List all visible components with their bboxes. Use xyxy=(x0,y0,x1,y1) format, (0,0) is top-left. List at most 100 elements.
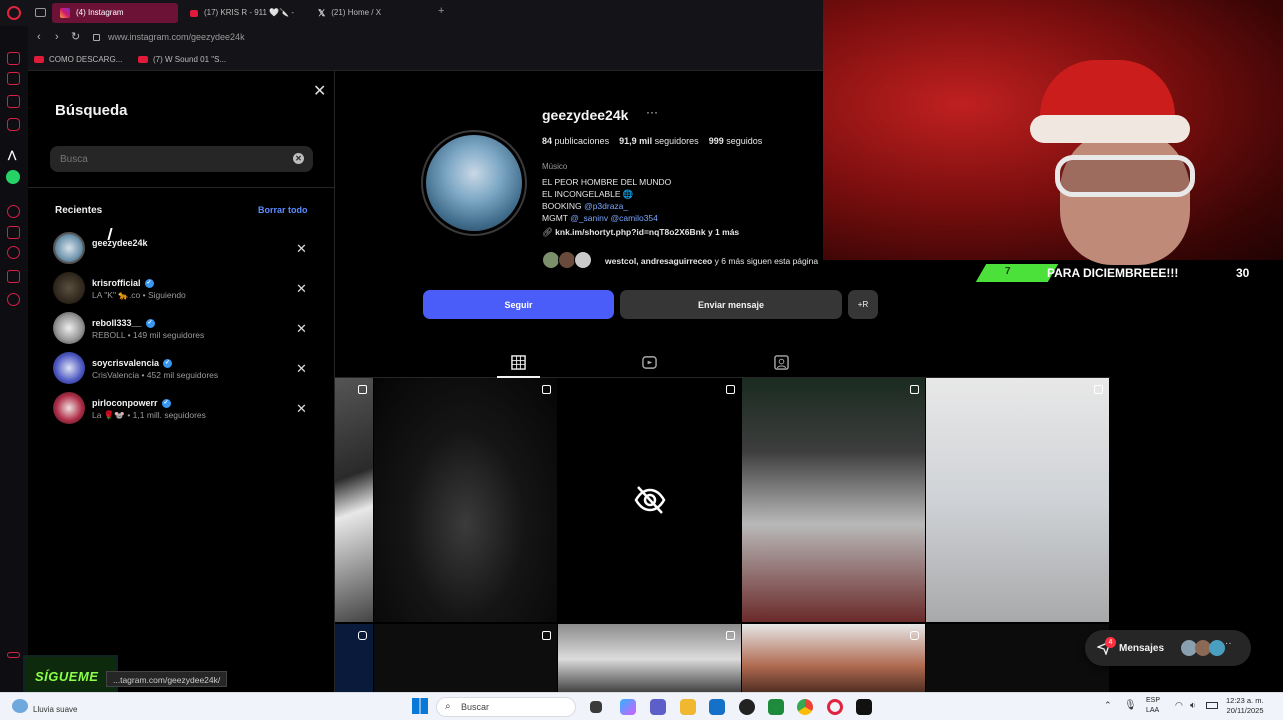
clear-all-button[interactable]: Borrar todo xyxy=(258,205,308,215)
speed-dial-icon[interactable] xyxy=(7,52,20,65)
posts-grid-icon[interactable] xyxy=(511,355,526,370)
tab-x[interactable]: 𝕏 (21) Home / X xyxy=(310,3,430,23)
close-icon[interactable]: ✕ xyxy=(313,81,326,101)
post-tile[interactable] xyxy=(742,378,925,622)
address-bar-row: ‹ › ↻ www.instagram.com/geezydee24k xyxy=(0,26,823,51)
followers-label[interactable]: seguidores xyxy=(655,136,699,146)
forward-icon[interactable]: › xyxy=(55,31,59,43)
copilot-icon[interactable] xyxy=(620,699,636,715)
tab-youtube[interactable]: (17) KRIS R - 911 🤍🔪 - xyxy=(182,3,302,23)
post-tile[interactable] xyxy=(742,624,925,694)
more-options-icon[interactable]: ··· xyxy=(646,105,658,119)
profile-stats: 84 publicaciones 91,9 mil seguidores 999… xyxy=(542,136,762,146)
recent-item[interactable]: reboll333__ ✓ REBOLL • 149 mil seguidores… xyxy=(53,309,313,345)
opera-logo-icon[interactable] xyxy=(7,6,21,20)
bookmark-item[interactable]: (7) W Sound 01 "S... xyxy=(138,55,226,64)
streamer-face xyxy=(1060,130,1190,265)
tiktok-icon[interactable] xyxy=(856,699,872,715)
post-tile[interactable] xyxy=(335,378,373,622)
send-message-button[interactable]: Enviar mensaje xyxy=(620,290,842,319)
app-icon[interactable] xyxy=(739,699,755,715)
new-tab-icon[interactable]: + xyxy=(438,5,444,17)
opera-icon[interactable] xyxy=(827,699,843,715)
chrome-icon[interactable] xyxy=(797,699,813,715)
aria-icon[interactable]: ⋀ xyxy=(8,150,16,161)
player-icon[interactable] xyxy=(7,205,20,218)
remove-recent-icon[interactable]: ✕ xyxy=(296,361,307,377)
wallet-icon[interactable] xyxy=(7,226,20,239)
weather-icon[interactable] xyxy=(12,699,28,713)
tab-overview-icon[interactable] xyxy=(35,8,46,17)
recent-username: reboll333__ ✓ xyxy=(92,318,155,328)
post-tile[interactable] xyxy=(926,378,1109,622)
followers-count[interactable]: 91,9 mil xyxy=(619,136,652,146)
whatsapp-icon[interactable] xyxy=(6,170,20,184)
tray-expand-icon[interactable]: ⌃ xyxy=(1104,700,1112,711)
remove-recent-icon[interactable]: ✕ xyxy=(296,321,307,337)
bio-booking: BOOKING @p3draza_ xyxy=(542,201,629,211)
mgmt-mention-link[interactable]: @camilo354 xyxy=(611,213,658,223)
app-icon[interactable] xyxy=(709,699,725,715)
post-tile[interactable] xyxy=(926,624,1109,694)
tab-instagram[interactable]: (4) Instagram xyxy=(52,3,178,23)
clock[interactable]: 12:23 a. m. 20/11/2025 xyxy=(1226,696,1264,716)
battery-icon[interactable] xyxy=(1206,702,1218,709)
recents-heading: Recientes xyxy=(55,205,103,216)
recent-item[interactable]: krisrofficial ✓ LA "K" 🐆.co • Siguiendo ✕ xyxy=(53,269,313,305)
verified-badge-icon: ✓ xyxy=(163,358,173,368)
bio-mgmt: MGMT @_saninv @camilo354 xyxy=(542,213,658,223)
volume-icon[interactable]: 🔉︎ xyxy=(1190,700,1196,711)
url-field[interactable]: www.instagram.com/geezydee24k xyxy=(108,32,245,42)
profile-picture[interactable] xyxy=(426,135,522,231)
verified-badge-icon: ✓ xyxy=(161,398,171,408)
reels-icon[interactable] xyxy=(642,355,657,370)
remove-recent-icon[interactable]: ✕ xyxy=(296,281,307,297)
suggested-users-button[interactable]: +R xyxy=(848,290,878,319)
bookmarks-icon[interactable] xyxy=(7,95,20,108)
post-tile[interactable] xyxy=(558,624,741,694)
bookmark-item[interactable]: COMO DESCARG... xyxy=(34,55,122,64)
start-icon[interactable] xyxy=(412,698,428,714)
post-tile[interactable] xyxy=(335,624,373,694)
profile-external-link[interactable]: 🔗︎ knk.im/shortyt.php?id=nqT8o2X6Bnk y 1… xyxy=(542,227,739,238)
recent-item[interactable]: geezydee24k ✕ xyxy=(53,229,313,265)
remove-recent-icon[interactable]: ✕ xyxy=(296,241,307,257)
settings-icon[interactable] xyxy=(7,293,20,306)
extensions-icon[interactable] xyxy=(7,72,20,85)
sidebar-toggle-icon[interactable] xyxy=(7,652,20,658)
instagram-sidebar-icon[interactable] xyxy=(7,118,20,131)
post-tile[interactable] xyxy=(374,378,557,622)
history-icon[interactable] xyxy=(7,246,20,259)
language-indicator[interactable]: ESP LAA xyxy=(1146,696,1160,716)
messages-button[interactable]: 4 Mensajes ·· xyxy=(1085,630,1251,666)
taskbar-search[interactable]: ⌕ Buscar xyxy=(436,697,576,717)
weather-label[interactable]: Lluvia suave xyxy=(33,705,77,714)
clear-search-icon[interactable]: ✕ xyxy=(293,153,304,164)
excel-icon[interactable] xyxy=(768,699,784,715)
microphone-icon[interactable]: 🎙︎ xyxy=(1124,700,1137,711)
file-explorer-icon[interactable] xyxy=(680,699,696,715)
post-tile[interactable] xyxy=(374,624,557,694)
back-icon[interactable]: ‹ xyxy=(37,31,41,43)
reload-icon[interactable]: ↻ xyxy=(71,30,80,43)
wifi-icon[interactable]: ◠ xyxy=(1175,700,1183,711)
search-title: Búsqueda xyxy=(55,102,128,119)
task-view-icon[interactable] xyxy=(590,701,602,713)
pinboard-icon[interactable] xyxy=(7,270,20,283)
recent-item[interactable]: soycrisvalencia ✓ CrisValencia • 452 mil … xyxy=(53,349,313,385)
booking-mention-link[interactable]: @p3draza_ xyxy=(584,201,628,211)
following-count[interactable]: 999 xyxy=(709,136,724,146)
lock-icon xyxy=(93,34,100,41)
mgmt-mention-link[interactable]: @_saninv xyxy=(570,213,608,223)
followed-by[interactable]: westcol, andresaguirreceo y 6 más siguen… xyxy=(605,256,818,266)
browser-tab-bar: (4) Instagram (17) KRIS R - 911 🤍🔪 - 𝕏 (… xyxy=(0,0,823,26)
search-input[interactable] xyxy=(50,146,313,172)
teams-icon[interactable] xyxy=(650,699,666,715)
following-label[interactable]: seguidos xyxy=(726,136,762,146)
post-tile[interactable] xyxy=(558,378,741,622)
tagged-icon[interactable] xyxy=(774,355,789,370)
remove-recent-icon[interactable]: ✕ xyxy=(296,401,307,417)
follow-button[interactable]: Seguir xyxy=(423,290,614,319)
recent-item[interactable]: pirloconpowerr ✓ La 🌹🐭 • 1,1 mill. seguid… xyxy=(53,389,313,425)
carousel-icon xyxy=(1094,385,1103,394)
